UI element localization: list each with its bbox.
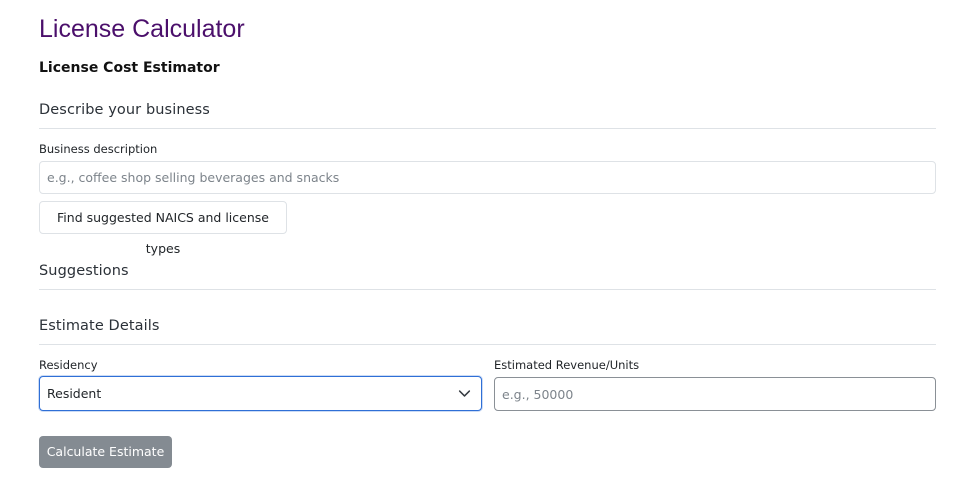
residency-label: Residency <box>39 358 98 372</box>
chevron-down-icon <box>458 390 471 397</box>
business-description-label: Business description <box>39 142 158 156</box>
page-subtitle: License Cost Estimator <box>39 60 220 76</box>
estimate-details-heading: Estimate Details <box>39 318 160 334</box>
calculate-estimate-button[interactable]: Calculate Estimate <box>39 436 172 468</box>
section-divider <box>39 344 936 345</box>
section-divider <box>39 128 936 129</box>
revenue-input[interactable] <box>494 377 936 411</box>
describe-business-heading: Describe your business <box>39 102 210 118</box>
revenue-label: Estimated Revenue/Units <box>494 358 640 372</box>
suggestions-heading: Suggestions <box>39 263 129 279</box>
business-description-input[interactable] <box>39 161 936 194</box>
section-divider <box>39 289 936 290</box>
app-title: License Calculator <box>39 15 245 43</box>
residency-selected-value: Resident <box>47 386 102 401</box>
find-suggestions-button[interactable]: Find suggested NAICS and license types <box>39 201 287 256</box>
residency-select[interactable]: Resident <box>39 376 482 411</box>
